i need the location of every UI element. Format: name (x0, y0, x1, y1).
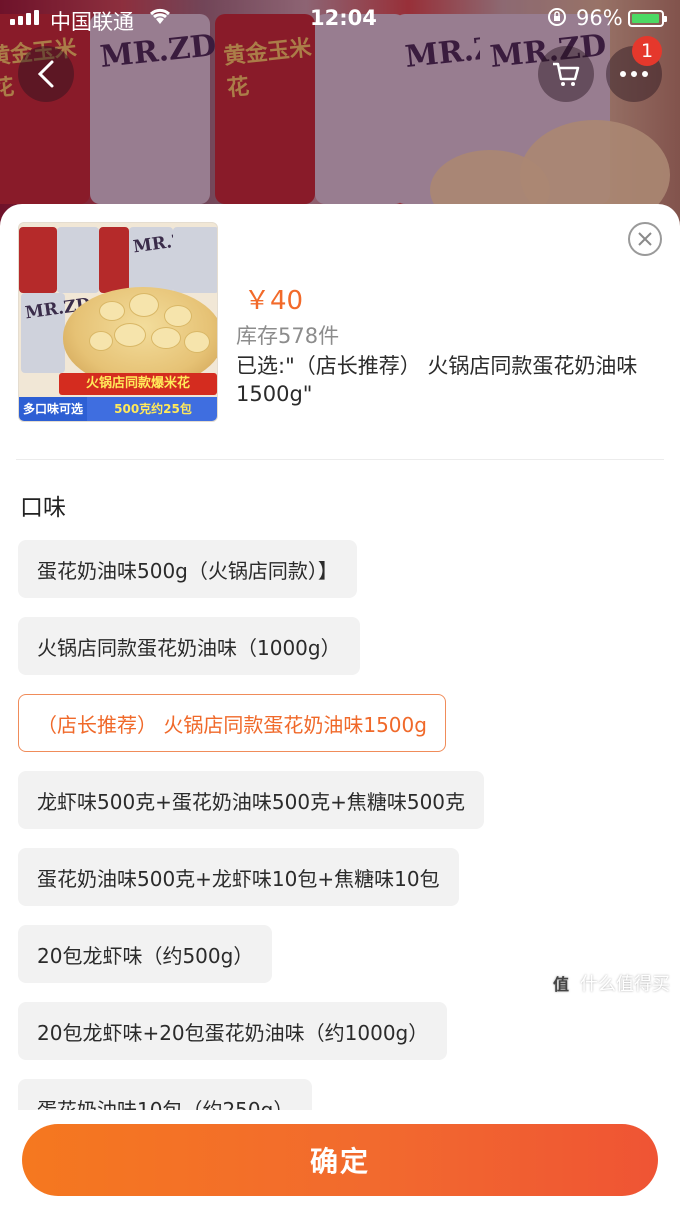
option-list: 蛋花奶油味500g（火锅店同款）】 火锅店同款蛋花奶油味（1000g） （店长推荐）… (18, 540, 658, 1110)
back-button[interactable] (18, 46, 74, 102)
carrier-label: 中国联通 (50, 10, 134, 34)
option-chip[interactable]: （店长推荐） 火锅店同款蛋花奶油味1500g (18, 694, 446, 752)
bag-image: MR.ZD (21, 293, 92, 373)
bag-image: MR.ZD (129, 227, 200, 293)
product-thumbnail: MR.ZD MR.ZD 火锅店同款爆米花 多口味可选 500克约25包 (18, 222, 218, 422)
cart-button[interactable] (538, 46, 594, 102)
option-chip[interactable]: 火锅店同款蛋花奶油味（1000g） (18, 617, 360, 675)
spec-selection-sheet: MR.ZD MR.ZD 火锅店同款爆米花 多口味可选 500克约25包 ￥40 … (0, 204, 680, 1209)
thumbnail-sub-banner: 多口味可选 500克约25包 (19, 397, 217, 421)
wifi-icon (147, 6, 173, 31)
notification-badge: 1 (632, 36, 662, 66)
option-chip[interactable]: 龙虾味500克+蛋花奶油味500克+焦糖味500克 (18, 771, 485, 829)
close-button[interactable] (628, 222, 662, 256)
chevron-left-icon (37, 60, 54, 88)
bag-image (173, 227, 217, 293)
signal-icon (10, 10, 39, 25)
spec-group-title: 口味 (20, 495, 66, 521)
selected-spec-label: 已选:"（店长推荐） 火锅店同款蛋花奶油味1500g" (236, 354, 638, 406)
status-bar: 中国联通 12:04 96% (0, 0, 680, 36)
option-chip[interactable]: 蛋花奶油味500克+龙虾味10包+焦糖味10包 (18, 848, 459, 906)
more-icon (620, 71, 648, 77)
price-label: ￥40 (244, 286, 304, 316)
bag-image (19, 227, 57, 293)
rotation-lock-icon (546, 6, 568, 33)
watermark-logo-icon: 值 (548, 970, 574, 996)
watermark-text: 什么值得买 (580, 974, 670, 995)
stock-label: 库存578件 (236, 324, 340, 348)
option-chip[interactable]: 20包龙虾味（约500g） (18, 925, 273, 983)
thumbnail-banner: 火锅店同款爆米花 (59, 373, 217, 395)
clock: 12:04 (310, 6, 377, 30)
option-chip[interactable]: 蛋花奶油味500g（火锅店同款）】 (18, 540, 357, 598)
cart-icon (553, 62, 580, 86)
battery-icon (628, 10, 667, 27)
option-chip[interactable]: 蛋花奶油味10包（约250g） (18, 1079, 313, 1110)
bag-image (99, 227, 129, 293)
close-icon (638, 232, 652, 246)
option-chip[interactable]: 20包龙虾味+20包蛋花奶油味（约1000g） (18, 1002, 448, 1060)
divider (16, 459, 664, 460)
bag-image (57, 227, 99, 293)
confirm-button[interactable]: 确定 (22, 1124, 658, 1196)
watermark: 值 什么值得买 (548, 970, 670, 996)
battery-percent: 96% (576, 6, 623, 30)
